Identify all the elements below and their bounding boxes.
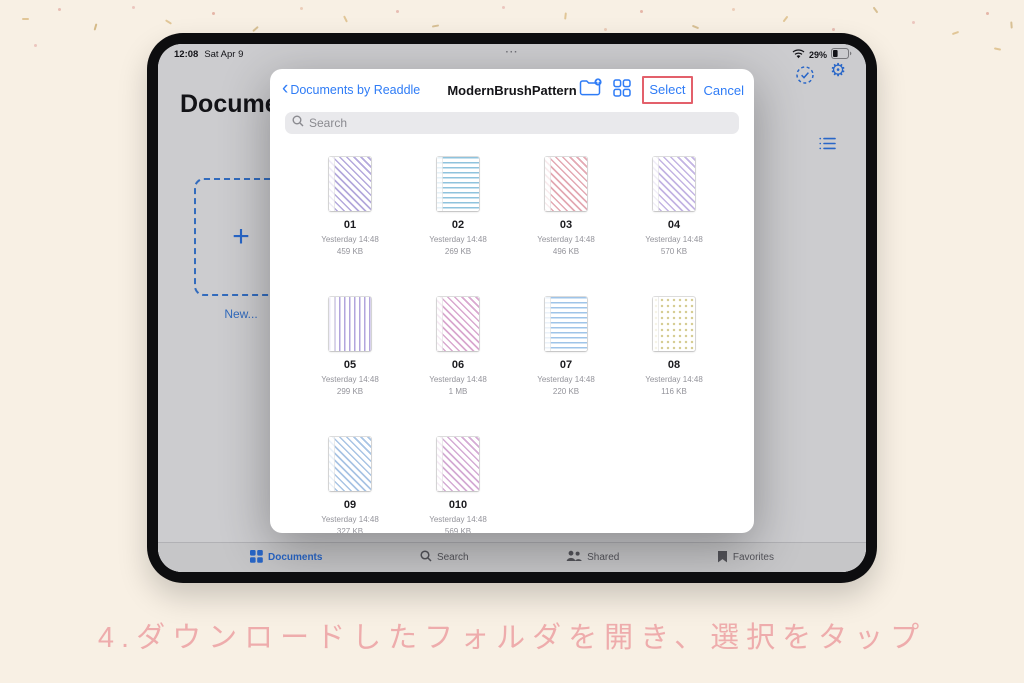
file-name: 09 — [344, 499, 356, 511]
file-size: 496 KB — [553, 247, 579, 256]
file-size: 570 KB — [661, 247, 687, 256]
file-name: 07 — [560, 359, 572, 371]
file-name: 02 — [452, 219, 464, 231]
ipad-screen: 12:08 Sat Apr 9 ··· 29% Documents — [158, 44, 866, 572]
file-item[interactable]: 05 Yesterday 14:48 299 KB — [296, 297, 404, 437]
chevron-left-icon: ‹ — [282, 83, 288, 95]
file-size: 327 KB — [337, 527, 363, 533]
modal-title: ModernBrushPattern — [447, 69, 576, 111]
file-date: Yesterday 14:48 — [429, 375, 487, 384]
file-item[interactable]: 04 Yesterday 14:48 570 KB — [620, 157, 728, 297]
search-input[interactable] — [309, 116, 732, 130]
file-date: Yesterday 14:48 — [645, 375, 703, 384]
select-highlight-annotation: Select — [642, 76, 692, 104]
file-thumbnail — [545, 297, 587, 351]
file-size: 1 MB — [449, 387, 468, 396]
file-date: Yesterday 14:48 — [537, 375, 595, 384]
file-item[interactable]: 02 Yesterday 14:48 269 KB — [404, 157, 512, 297]
file-item[interactable]: 08 Yesterday 14:48 116 KB — [620, 297, 728, 437]
file-thumbnail — [329, 297, 371, 351]
file-size: 299 KB — [337, 387, 363, 396]
search-icon — [292, 114, 304, 132]
file-name: 03 — [560, 219, 572, 231]
tutorial-caption: 4.ダウンロードしたフォルダを開き、選択をタップ — [0, 614, 1024, 656]
back-button[interactable]: ‹ Documents by Readdle — [282, 83, 420, 97]
file-size: 116 KB — [661, 387, 687, 396]
grid-view-toggle-icon[interactable] — [613, 79, 631, 102]
cancel-button[interactable]: Cancel — [704, 83, 744, 98]
file-item[interactable]: 06 Yesterday 14:48 1 MB — [404, 297, 512, 437]
file-thumbnail — [329, 437, 371, 491]
search-bar[interactable] — [285, 112, 739, 134]
file-thumbnail — [653, 157, 695, 211]
file-size: 569 KB — [445, 527, 471, 533]
file-date: Yesterday 14:48 — [321, 235, 379, 244]
file-name: 01 — [344, 219, 356, 231]
file-thumbnail — [437, 437, 479, 491]
file-item[interactable]: 01 Yesterday 14:48 459 KB — [296, 157, 404, 297]
file-thumbnail — [437, 297, 479, 351]
select-button[interactable]: Select — [649, 82, 685, 97]
file-thumbnail — [329, 157, 371, 211]
file-date: Yesterday 14:48 — [429, 515, 487, 524]
file-thumbnail — [545, 157, 587, 211]
modal-header: ‹ Documents by Readdle ModernBrushPatter… — [270, 69, 754, 111]
file-item[interactable]: 07 Yesterday 14:48 220 KB — [512, 297, 620, 437]
file-thumbnail — [653, 297, 695, 351]
file-item[interactable]: 03 Yesterday 14:48 496 KB — [512, 157, 620, 297]
file-date: Yesterday 14:48 — [645, 235, 703, 244]
new-folder-icon[interactable] — [579, 78, 602, 102]
file-date: Yesterday 14:48 — [537, 235, 595, 244]
file-size: 269 KB — [445, 247, 471, 256]
file-name: 010 — [449, 499, 467, 511]
file-name: 04 — [668, 219, 680, 231]
file-grid: 01 Yesterday 14:48 459 KB 02 Yesterday 1… — [296, 157, 728, 533]
file-name: 08 — [668, 359, 680, 371]
file-size: 220 KB — [553, 387, 579, 396]
folder-picker-modal: ‹ Documents by Readdle ModernBrushPatter… — [270, 69, 754, 533]
file-name: 05 — [344, 359, 356, 371]
file-name: 06 — [452, 359, 464, 371]
file-date: Yesterday 14:48 — [321, 375, 379, 384]
file-date: Yesterday 14:48 — [429, 235, 487, 244]
back-button-label: Documents by Readdle — [290, 83, 420, 97]
ipad-frame: 12:08 Sat Apr 9 ··· 29% Documents — [147, 33, 877, 583]
file-item[interactable]: 09 Yesterday 14:48 327 KB — [296, 437, 404, 533]
tutorial-page: 12:08 Sat Apr 9 ··· 29% Documents — [0, 0, 1024, 683]
file-size: 459 KB — [337, 247, 363, 256]
file-date: Yesterday 14:48 — [321, 515, 379, 524]
file-thumbnail — [437, 157, 479, 211]
file-item[interactable]: 010 Yesterday 14:48 569 KB — [404, 437, 512, 533]
